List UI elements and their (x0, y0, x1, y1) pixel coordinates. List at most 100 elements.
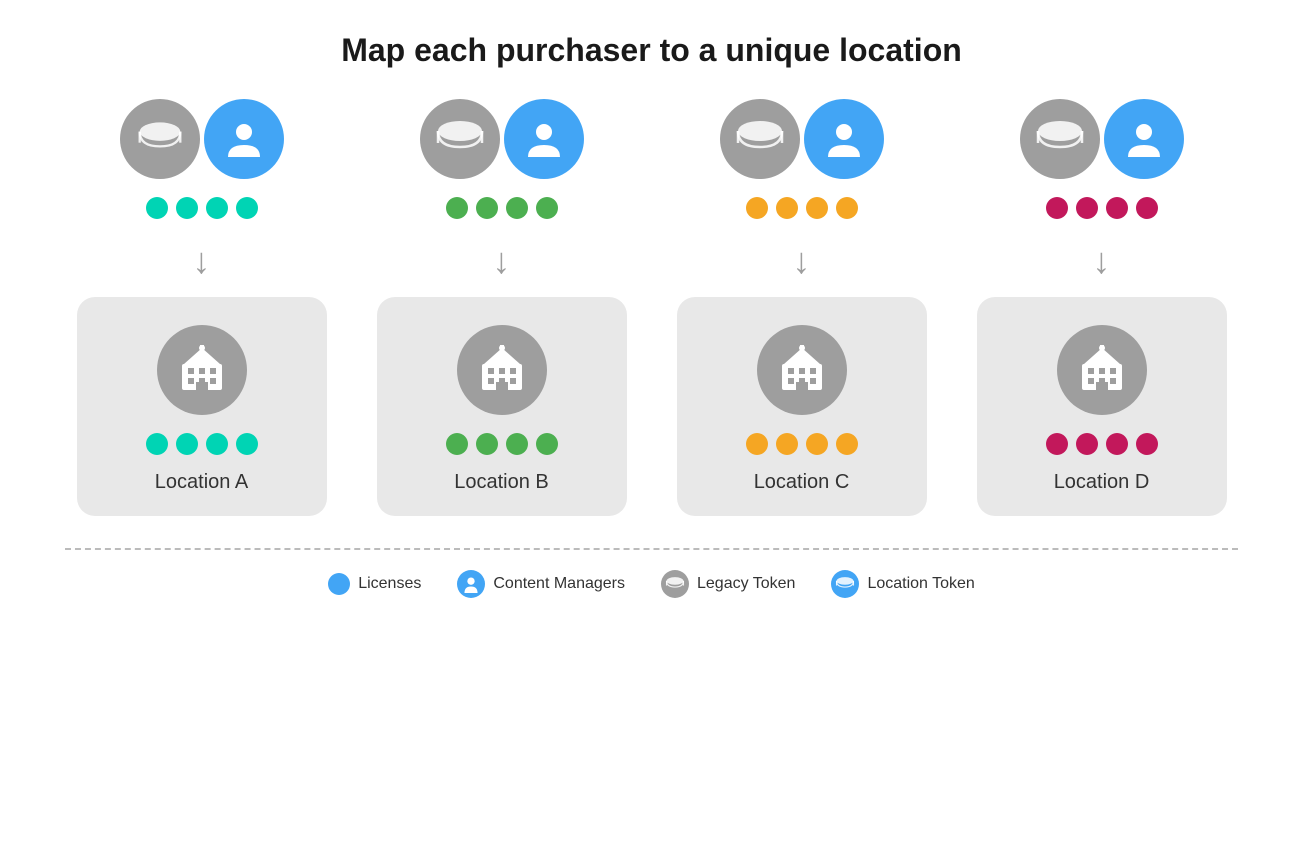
dot (206, 433, 228, 455)
location-dots-d (1046, 433, 1158, 455)
dot (836, 197, 858, 219)
dot (1076, 197, 1098, 219)
token-icon-c (720, 99, 800, 179)
location-name-c: Location C (754, 471, 850, 494)
dot (776, 197, 798, 219)
dot (1046, 433, 1068, 455)
arrow-c: ↓ (793, 243, 811, 279)
page-title: Map each purchaser to a unique location (341, 32, 962, 69)
legend-item-legacy-token: Legacy Token (661, 570, 795, 598)
top-icons-c (720, 99, 884, 179)
person-svg-d (1122, 117, 1166, 161)
top-icons-d (1020, 99, 1184, 179)
location-dots-a (146, 433, 258, 455)
dot (146, 433, 168, 455)
dot (1076, 433, 1098, 455)
arrow-b: ↓ (493, 243, 511, 279)
building-svg-d (1074, 342, 1130, 398)
dot (1106, 433, 1128, 455)
top-dots-d (1046, 197, 1158, 219)
dot (446, 433, 468, 455)
dot (776, 433, 798, 455)
top-icons-a (120, 99, 284, 179)
legacy-token-icon (661, 570, 689, 598)
token-icon-d (1020, 99, 1100, 179)
token-svg-d (1034, 121, 1086, 157)
building-icon-a (157, 325, 247, 415)
dot (476, 197, 498, 219)
legend-label-content-managers: Content Managers (493, 575, 625, 593)
arrow-d: ↓ (1093, 243, 1111, 279)
location-box-c: Location C (677, 297, 927, 516)
person-svg-a (222, 117, 266, 161)
legend-item-content-managers: Content Managers (457, 570, 625, 598)
dot (536, 197, 558, 219)
building-icon-c (757, 325, 847, 415)
legend-label-licenses: Licenses (358, 575, 421, 593)
person-icon-c (804, 99, 884, 179)
divider (65, 548, 1238, 550)
dot (446, 197, 468, 219)
building-svg-b (474, 342, 530, 398)
dot (476, 433, 498, 455)
building-icon-d (1057, 325, 1147, 415)
legend-item-licenses: Licenses (328, 573, 421, 595)
location-box-d: Location D (977, 297, 1227, 516)
dot (746, 197, 768, 219)
dot (836, 433, 858, 455)
dot (536, 433, 558, 455)
person-icon-a (204, 99, 284, 179)
dot (806, 197, 828, 219)
top-dots-c (746, 197, 858, 219)
dot (806, 433, 828, 455)
location-dots-b (446, 433, 558, 455)
location-token-icon (831, 570, 859, 598)
top-dots-a (146, 197, 258, 219)
person-svg-c (822, 117, 866, 161)
legend-label-legacy-token: Legacy Token (697, 575, 795, 593)
location-name-a: Location A (155, 471, 248, 494)
location-box-a: Location A (77, 297, 327, 516)
dot (236, 433, 258, 455)
dot (506, 433, 528, 455)
dot (1136, 433, 1158, 455)
dot (1136, 197, 1158, 219)
column-d: ↓ (967, 99, 1237, 516)
dot (1046, 197, 1068, 219)
token-icon-b (420, 99, 500, 179)
token-svg-b (434, 121, 486, 157)
top-dots-b (446, 197, 558, 219)
dot (176, 433, 198, 455)
legend-item-location-token: Location Token (831, 570, 974, 598)
token-svg-c (734, 121, 786, 157)
licenses-dot-icon (328, 573, 350, 595)
location-box-b: Location B (377, 297, 627, 516)
person-icon-b (504, 99, 584, 179)
columns-container: ↓ (0, 99, 1303, 516)
building-svg-a (174, 342, 230, 398)
column-c: ↓ (667, 99, 937, 516)
token-svg-a (136, 115, 184, 163)
dot (506, 197, 528, 219)
top-icons-b (420, 99, 584, 179)
building-icon-b (457, 325, 547, 415)
location-name-d: Location D (1054, 471, 1150, 494)
person-svg-b (522, 117, 566, 161)
content-managers-person-icon (457, 570, 485, 598)
column-b: ↓ (367, 99, 637, 516)
legend: Licenses Content Managers Legacy Token (288, 570, 1015, 598)
column-a: ↓ (67, 99, 337, 516)
dot (746, 433, 768, 455)
building-svg-c (774, 342, 830, 398)
dot (236, 197, 258, 219)
dot (1106, 197, 1128, 219)
arrow-a: ↓ (193, 243, 211, 279)
location-dots-c (746, 433, 858, 455)
dot (146, 197, 168, 219)
legend-label-location-token: Location Token (867, 575, 974, 593)
dot (206, 197, 228, 219)
person-icon-d (1104, 99, 1184, 179)
location-name-b: Location B (454, 471, 549, 494)
dot (176, 197, 198, 219)
token-icon-a (120, 99, 200, 179)
